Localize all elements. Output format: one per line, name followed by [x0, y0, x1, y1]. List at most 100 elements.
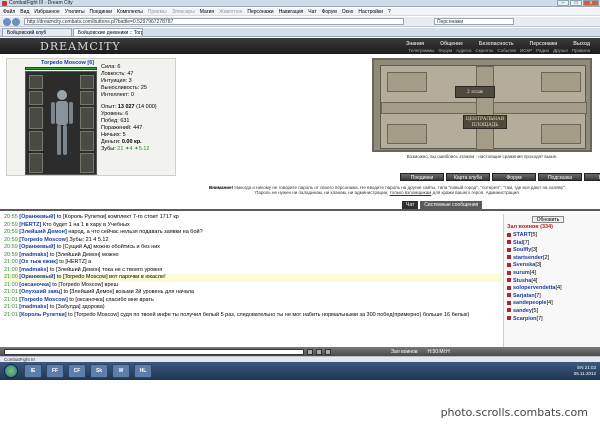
message-nick[interactable]: [Ох тыж ежик]	[19, 259, 57, 265]
roster-item[interactable]: Scarpion[7]	[507, 316, 562, 324]
hint-button[interactable]: Подсказка	[538, 173, 582, 181]
message-nick[interactable]: [Король Рулетки]	[19, 312, 66, 318]
chat-input[interactable]	[4, 348, 304, 355]
message-time[interactable]: 21:00	[4, 274, 18, 280]
menu-magic[interactable]: Магия	[200, 9, 214, 15]
message-nick[interactable]: [Оранжевый]	[19, 244, 55, 250]
exit-button[interactable]: Выйти	[584, 173, 600, 181]
menu-navigation[interactable]: Навигация	[279, 9, 304, 15]
roster-item[interactable]: surum[4]	[507, 270, 562, 278]
map-room[interactable]	[541, 72, 581, 92]
map-floor-sign[interactable]: 2 этаж	[455, 86, 495, 98]
nav-exit[interactable]: Выход	[573, 41, 590, 47]
taskbar-firefox-icon[interactable]: FF	[46, 364, 64, 378]
message-time[interactable]: 20:55	[4, 214, 18, 220]
language-indicator[interactable]: EN	[577, 365, 583, 370]
slot-helmet[interactable]	[29, 75, 43, 89]
search-field[interactable]: Персонажи	[434, 18, 514, 25]
slot-armor[interactable]	[29, 131, 43, 151]
menu-techniques[interactable]: Приемы	[148, 9, 167, 15]
slot-belt[interactable]	[29, 153, 43, 173]
message-nick[interactable]: [Оранжевый]	[19, 274, 55, 280]
forum-button[interactable]: Форум	[492, 173, 536, 181]
tab-chat[interactable]: Чат	[402, 201, 419, 209]
message-time[interactable]: 21:00	[4, 267, 18, 273]
slot-amulet[interactable]	[80, 75, 94, 89]
start-button[interactable]	[4, 364, 18, 378]
subnav-friends[interactable]: Друзья	[553, 48, 568, 53]
close-button[interactable]: x	[583, 0, 599, 6]
message-time[interactable]: 21:00	[4, 282, 18, 288]
nav-knowledge[interactable]: Знания	[406, 41, 424, 47]
roster-name[interactable]: sandepeople	[513, 300, 547, 306]
roster-name[interactable]: Sarjatan	[513, 293, 535, 299]
map-center-sign[interactable]: ЦЕНТРАЛЬНАЯ ПЛОЩАДЬ	[463, 115, 507, 129]
slot-shield[interactable]	[80, 107, 94, 129]
taskbar-ie-icon[interactable]: IE	[24, 364, 42, 378]
message-time[interactable]: 20:59	[4, 222, 18, 228]
clear-icon[interactable]	[325, 348, 331, 355]
subnav-forum[interactable]: Форум	[438, 48, 452, 53]
warning-link[interactable]: только взломщикам	[390, 190, 432, 195]
message-time[interactable]: 20:59	[4, 229, 18, 235]
slot-weapon[interactable]	[29, 107, 43, 129]
taskbar-combatfight-icon[interactable]: CF	[68, 364, 86, 378]
menu-sets[interactable]: Комплекты	[117, 9, 143, 15]
slot-earring[interactable]	[29, 91, 43, 105]
map-room[interactable]	[387, 124, 427, 144]
subnav-rules[interactable]: Правила	[572, 48, 590, 53]
roster-name[interactable]: Svenska	[513, 262, 535, 268]
forward-icon[interactable]	[12, 17, 20, 26]
url-field[interactable]: http://dreamcity.combats.com/buttons.pl?…	[24, 18, 404, 25]
message-time[interactable]: 21:01	[4, 297, 18, 303]
roster-name[interactable]: Stal	[513, 240, 523, 246]
roster-item[interactable]: START[5]	[507, 232, 562, 240]
message-nick[interactable]: [Злейший Демон]	[19, 229, 67, 235]
smile-icon[interactable]	[316, 348, 322, 355]
club-map-button[interactable]: Карта клуба	[446, 173, 490, 181]
subnav-addresses[interactable]: Адреса	[456, 48, 471, 53]
roster-item[interactable]: sandepeople[4]	[507, 300, 562, 308]
subnav-radio[interactable]: Радио	[536, 48, 549, 53]
taskbar-word-icon[interactable]: W	[112, 364, 130, 378]
message-nick[interactable]: [Torpedo Moscow]	[19, 297, 67, 303]
menu-settings[interactable]: Настройки	[358, 9, 383, 15]
roster-item[interactable]: Svenska[3]	[507, 262, 562, 270]
menu-elixirs[interactable]: Эликсиры	[172, 9, 195, 15]
slot-boots[interactable]	[80, 153, 94, 173]
roster-name[interactable]: sandey	[513, 308, 532, 314]
nav-communication[interactable]: Общение	[440, 41, 463, 47]
roster-item[interactable]: startsender[2]	[507, 255, 562, 263]
message-time[interactable]: 21:01	[4, 312, 18, 318]
message-time[interactable]: 20:59	[4, 252, 18, 258]
menu-help[interactable]: ?	[388, 9, 391, 15]
message-nick[interactable]: [madmaks]	[19, 252, 48, 258]
message-nick[interactable]: [оксаночка]	[19, 282, 50, 288]
roster-name[interactable]: startsender	[513, 255, 543, 261]
send-icon[interactable]	[307, 348, 313, 355]
roster-name[interactable]: START	[513, 232, 531, 238]
message-nick[interactable]: [Опухший заяц]	[19, 289, 62, 295]
roster-item[interactable]: Stusha[4]	[507, 278, 562, 286]
roster-item[interactable]: Soulfly[3]	[507, 247, 562, 255]
tab-fight-club[interactable]: Бойцовский клуб	[2, 28, 72, 36]
map-room[interactable]	[541, 124, 581, 144]
message-nick[interactable]: [HERTZ]	[19, 222, 41, 228]
message-time[interactable]: 20:59	[4, 244, 18, 250]
taskbar-halflife-icon[interactable]: HL	[134, 364, 152, 378]
menu-favorites[interactable]: Избранное	[34, 9, 59, 15]
taskbar-skype-icon[interactable]: Sk	[90, 364, 108, 378]
nav-security[interactable]: Безопасность	[479, 41, 514, 47]
subnav-telegrams[interactable]: Телеграммы	[408, 48, 434, 53]
slot-leggings[interactable]	[80, 131, 94, 151]
message-time[interactable]: 21:00	[4, 259, 18, 265]
tab-diaries[interactable]: Бойцовские дневники :: Torpedo Mos...	[73, 28, 143, 36]
menu-utilities[interactable]: Утилиты	[65, 9, 85, 15]
menu-view[interactable]: Вид	[20, 9, 29, 15]
roster-item[interactable]: sandey[5]	[507, 308, 562, 316]
message-nick[interactable]: [Torpedo Moscow]	[19, 237, 67, 243]
menu-forum[interactable]: Форум	[322, 9, 337, 15]
roster-item[interactable]: Sarjatan[7]	[507, 293, 562, 301]
roster-name[interactable]: solopervendetta	[513, 285, 555, 291]
menu-window[interactable]: Окно	[342, 9, 354, 15]
